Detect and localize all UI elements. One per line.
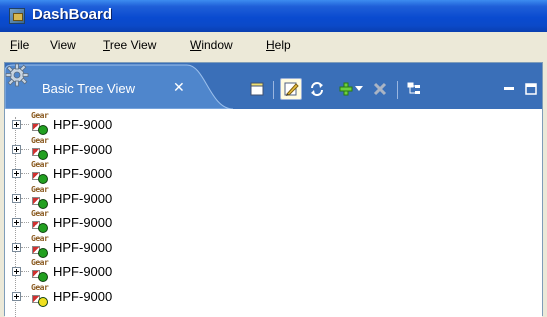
edit-icon: [284, 82, 299, 96]
gear-device-icon: Gear: [29, 160, 49, 184]
refresh-icon: [311, 82, 323, 96]
menu-window[interactable]: Window: [190, 38, 233, 52]
gear-text: Gear: [31, 233, 49, 243]
basic-tree-view-panel: Basic Tree View ✕ Gear HPF-9000 Gear HPF…: [4, 62, 543, 317]
expand-icon[interactable]: [12, 218, 21, 227]
gear-text: Gear: [31, 160, 49, 169]
tree-node[interactable]: Gear HPF-9000: [9, 160, 209, 186]
tree-node-label: HPF-9000: [53, 288, 113, 304]
menu-tree-view[interactable]: Tree View: [103, 38, 156, 52]
menu-help[interactable]: Help: [266, 38, 291, 52]
new-view-button[interactable]: [246, 78, 268, 100]
tree-node-label: HPF-9000: [53, 166, 113, 181]
window-title: DashBoard: [32, 6, 113, 23]
status-green-icon: [38, 174, 48, 184]
tab-label: Basic Tree View: [42, 81, 135, 96]
tree-node[interactable]: Gear HPF-9000: [9, 184, 209, 211]
app-icon: [9, 8, 25, 24]
tree-node-label: HPF-9000: [53, 141, 113, 157]
close-icon[interactable]: ✕: [173, 79, 185, 96]
maximize-button[interactable]: [520, 78, 542, 100]
gear-device-icon: Gear: [29, 135, 49, 160]
gear-text: Gear: [31, 209, 49, 218]
tree-layout-icon: [407, 82, 420, 94]
view-header: Basic Tree View ✕: [5, 63, 542, 109]
title-bar[interactable]: DashBoard: [0, 0, 547, 32]
expand-icon[interactable]: [12, 120, 21, 129]
gear-icon: [5, 63, 29, 87]
tree-node-label: HPF-9000: [53, 117, 113, 132]
gear-text: Gear: [31, 184, 49, 194]
delete-button[interactable]: [369, 78, 391, 100]
tree-node-label: HPF-9000: [53, 239, 113, 255]
gear-device-icon: Gear: [29, 184, 49, 209]
tree-layout-button[interactable]: [403, 78, 425, 100]
add-dropdown-button[interactable]: [353, 78, 365, 100]
tree-node-label: HPF-9000: [53, 190, 113, 206]
expand-icon[interactable]: [12, 193, 21, 203]
refresh-button[interactable]: [306, 78, 328, 100]
gear-text: Gear: [31, 258, 49, 267]
gear-device-icon: Gear: [29, 233, 49, 258]
tree-node[interactable]: Gear HPF-9000: [9, 258, 209, 284]
expand-icon[interactable]: [12, 144, 21, 154]
gear-text: Gear: [31, 135, 49, 145]
tree-node[interactable]: Gear HPF-9000: [9, 111, 209, 137]
tree-node[interactable]: Gear HPF-9000: [9, 233, 209, 260]
menu-file[interactable]: File: [10, 38, 29, 52]
new-view-icon: [250, 82, 264, 96]
dropdown-arrow-icon: [355, 86, 363, 91]
tree: Gear HPF-9000 Gear HPF-9000 Gear HPF-9000 Gear…: [5, 109, 542, 317]
tree-node-label: HPF-9000: [53, 215, 113, 230]
gear-text: Gear: [31, 111, 49, 120]
edit-button[interactable]: [280, 78, 302, 100]
menu-bar: File View Tree View Window Help: [0, 32, 547, 58]
status-green-icon: [38, 247, 48, 258]
status-green-icon: [38, 223, 48, 233]
tree-node-label: HPF-9000: [53, 264, 113, 279]
tree-node[interactable]: Gear HPF-9000: [9, 282, 209, 309]
expand-icon[interactable]: [12, 242, 21, 252]
tree-node[interactable]: Gear HPF-9000: [9, 135, 209, 162]
expand-icon[interactable]: [12, 169, 21, 178]
minimize-button[interactable]: [498, 78, 520, 100]
minimize-icon: [504, 87, 514, 90]
gear-device-icon: Gear: [29, 258, 49, 282]
status-green-icon: [38, 272, 48, 282]
gear-device-icon: Gear: [29, 209, 49, 233]
gear-text: Gear: [31, 282, 49, 292]
delete-icon: [373, 82, 387, 96]
add-icon: [339, 82, 353, 96]
maximize-icon: [525, 83, 537, 95]
gear-device-icon: Gear: [29, 111, 49, 135]
tab-basic-tree-view[interactable]: Basic Tree View ✕: [5, 63, 233, 109]
expand-icon[interactable]: [12, 267, 21, 276]
status-green-icon: [38, 198, 48, 209]
menu-view[interactable]: View: [50, 38, 76, 52]
status-yellow-icon: [38, 296, 48, 307]
tree-node[interactable]: Gear HPF-9000: [9, 209, 209, 235]
gear-device-icon: Gear: [29, 282, 49, 307]
status-green-icon: [38, 125, 48, 135]
status-green-icon: [38, 149, 48, 160]
expand-icon[interactable]: [12, 291, 21, 301]
